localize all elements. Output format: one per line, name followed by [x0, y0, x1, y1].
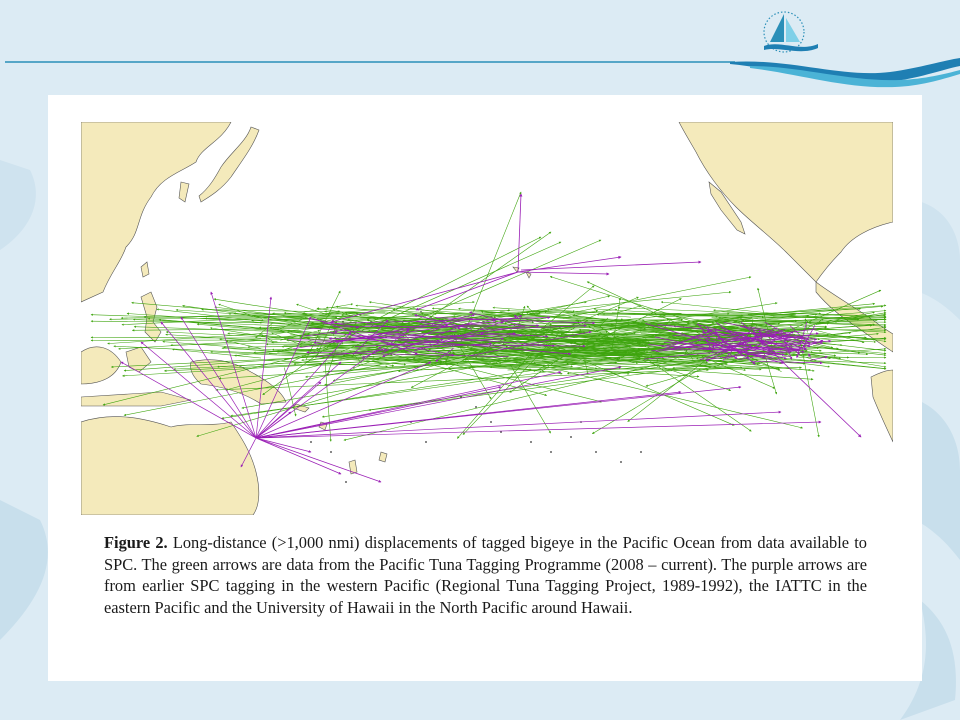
figure-caption: Figure 2. Long-distance (>1,000 nmi) dis… [104, 532, 867, 618]
figure-caption-text: Long-distance (>1,000 nmi) displacements… [104, 533, 867, 617]
spc-logo-icon [763, 11, 818, 53]
australia-landmass [81, 416, 260, 515]
figure-label: Figure 2. [104, 533, 168, 552]
pacific-tagging-map [81, 122, 893, 515]
figure-panel: Figure 2. Long-distance (>1,000 nmi) dis… [48, 95, 922, 681]
